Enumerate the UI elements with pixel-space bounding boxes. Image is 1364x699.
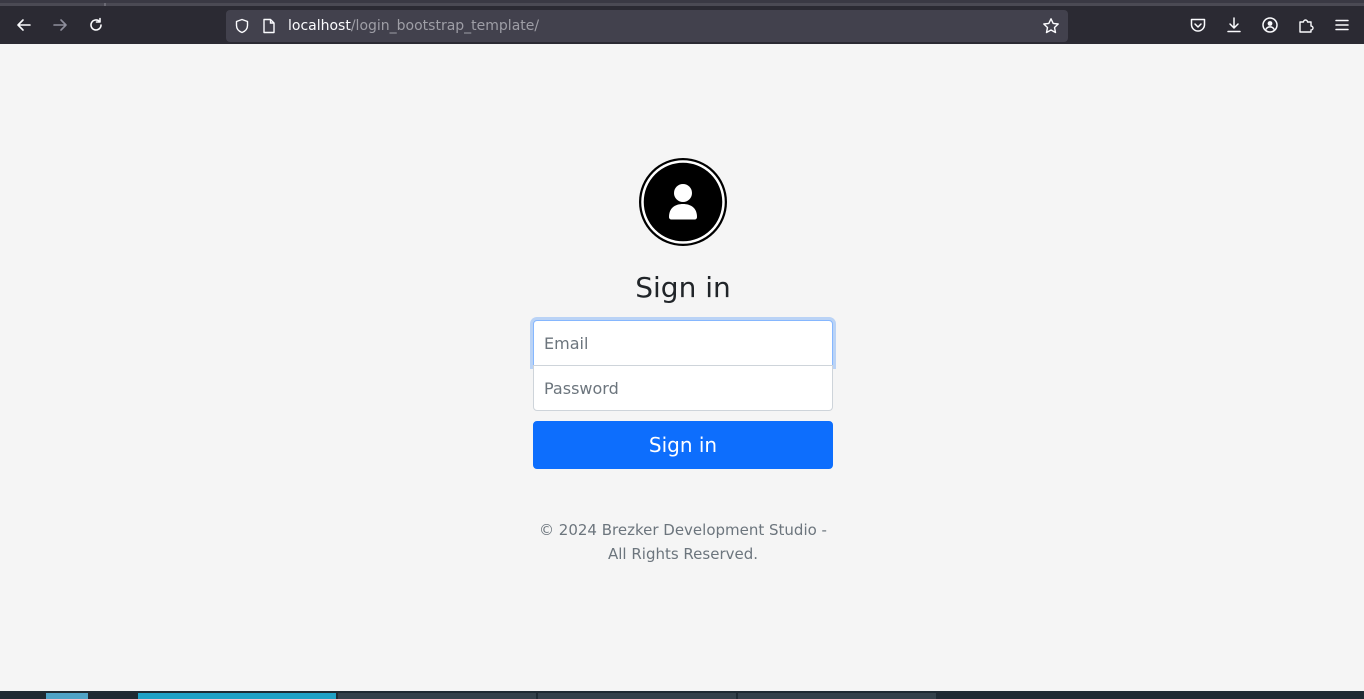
url-text[interactable]: localhost/login_bootstrap_template/: [288, 16, 539, 36]
back-icon: [17, 19, 31, 31]
url-bar[interactable]: localhost/login_bootstrap_template/: [226, 10, 1068, 42]
extensions-button[interactable]: [1296, 15, 1316, 35]
browser-toolbar: localhost/login_bootstrap_template/: [0, 0, 1364, 44]
pocket-button[interactable]: [1188, 15, 1208, 35]
menu-icon: [1335, 19, 1349, 31]
footer-copyright: © 2024 Brezker Development Studio - All …: [520, 518, 846, 566]
tab-strip: [0, 3, 1364, 6]
back-button[interactable]: [10, 11, 38, 39]
page-icon[interactable]: [262, 18, 276, 34]
shield-icon[interactable]: [234, 18, 250, 34]
url-host: localhost: [288, 18, 351, 34]
menu-button[interactable]: [1332, 15, 1352, 35]
downloads-button[interactable]: [1224, 15, 1244, 35]
pocket-icon: [1190, 18, 1206, 32]
url-path: /login_bootstrap_template/: [350, 18, 540, 34]
download-icon: [1227, 17, 1241, 33]
forward-button[interactable]: [46, 11, 74, 39]
reload-button[interactable]: [82, 11, 110, 39]
footer-line-2: All Rights Reserved.: [607, 545, 759, 563]
star-icon[interactable]: [1042, 17, 1060, 35]
reload-icon: [90, 17, 102, 31]
sign-in-button[interactable]: Sign in: [533, 421, 833, 469]
email-field[interactable]: [533, 320, 833, 366]
password-field[interactable]: [533, 365, 833, 411]
extensions-icon: [1299, 19, 1314, 33]
account-button[interactable]: [1260, 15, 1280, 35]
footer-line-1: © 2024 Brezker Development Studio -: [539, 521, 827, 539]
page-content: Sign in Sign in © 2024 Brezker Developme…: [0, 44, 1364, 691]
page-title: Sign in: [635, 271, 731, 304]
account-icon: [1262, 17, 1278, 33]
forward-icon: [53, 19, 67, 31]
user-circle-icon: [639, 158, 727, 246]
taskbar: [0, 691, 1364, 699]
